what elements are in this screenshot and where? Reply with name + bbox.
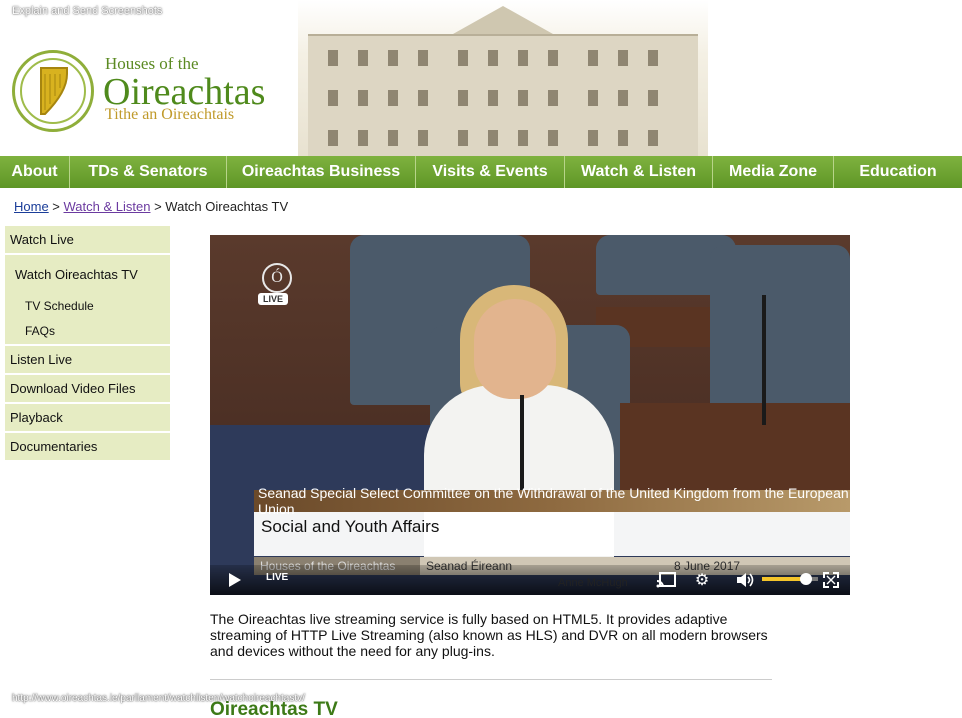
site-header: Houses of the Oireachtas Tithe an Oireac…: [0, 0, 962, 156]
player-controls: LIVE ⚙: [210, 565, 850, 595]
nav-item-media-zone[interactable]: Media Zone: [713, 156, 834, 188]
section-divider: [210, 679, 772, 680]
volume-button[interactable]: [736, 571, 754, 589]
volume-slider-handle[interactable]: [799, 573, 812, 585]
sidebar-item-watch-oireachtas-tv[interactable]: Watch Oireachtas TV: [5, 255, 170, 293]
cast-button[interactable]: [656, 571, 676, 589]
streaming-description: The Oireachtas live streaming service is…: [210, 611, 768, 659]
oireachtas-tv-logo-icon: Ó: [262, 263, 292, 293]
sidebar-group-watch-tv: Watch Oireachtas TV TV Schedule FAQs: [5, 255, 170, 346]
nav-item-visits-events[interactable]: Visits & Events: [416, 156, 565, 188]
sidebar-item-documentaries[interactable]: Documentaries: [5, 433, 170, 462]
nav-item-about[interactable]: About: [0, 156, 70, 188]
site-logo[interactable]: [12, 50, 94, 132]
page: Explain and Send Screenshots Houses of t…: [0, 0, 962, 718]
volume-icon: [737, 573, 754, 587]
fullscreen-icon: [823, 572, 839, 588]
status-url: http://www.oireachtas.ie/parliament/watc…: [12, 693, 305, 704]
play-button[interactable]: [226, 571, 244, 589]
nav-item-watch-listen[interactable]: Watch & Listen: [565, 156, 713, 188]
main-nav: About TDs & Senators Oireachtas Business…: [0, 156, 962, 188]
breadcrumb-current: Watch Oireachtas TV: [165, 199, 289, 214]
gear-icon: ⚙: [694, 572, 710, 589]
lower-third-caption: Seanad Special Select Committee on the W…: [254, 485, 850, 556]
video-player[interactable]: Ó LIVE Seanad Special Select Committee o…: [210, 235, 850, 595]
screenshot-caption: Explain and Send Screenshots: [12, 5, 163, 17]
sidebar: Watch Live Watch Oireachtas TV TV Schedu…: [5, 226, 170, 462]
nav-item-education[interactable]: Education: [834, 156, 962, 188]
play-icon: [229, 573, 241, 587]
settings-button[interactable]: ⚙: [692, 570, 712, 590]
sidebar-item-playback[interactable]: Playback: [5, 404, 170, 433]
breadcrumb-watch-listen-link[interactable]: Watch & Listen: [64, 199, 151, 214]
brand-line-3: Tithe an Oireachtais: [105, 106, 235, 123]
sidebar-item-watch-live[interactable]: Watch Live: [5, 226, 170, 255]
breadcrumb-home-link[interactable]: Home: [14, 199, 49, 214]
cast-icon: [656, 572, 676, 588]
volume-slider[interactable]: [762, 573, 818, 585]
caption-title: Seanad Special Select Committee on the W…: [254, 485, 850, 517]
sidebar-item-faqs[interactable]: FAQs: [5, 319, 170, 343]
caption-subtitle: Social and Youth Affairs: [254, 512, 850, 556]
fullscreen-button[interactable]: [822, 571, 840, 589]
breadcrumb: Home > Watch & Listen > Watch Oireachtas…: [14, 199, 289, 214]
speaker-name: Anne McHugh: [558, 577, 628, 589]
sidebar-item-download-video[interactable]: Download Video Files: [5, 375, 170, 404]
chair: [710, 245, 850, 425]
live-indicator[interactable]: LIVE: [266, 572, 288, 583]
sidebar-item-tv-schedule[interactable]: TV Schedule: [5, 293, 170, 319]
leinster-house-image: [298, 0, 708, 156]
nav-item-tds-senators[interactable]: TDs & Senators: [70, 156, 227, 188]
sidebar-item-listen-live[interactable]: Listen Live: [5, 346, 170, 375]
harp-icon: [40, 67, 68, 115]
nav-item-oireachtas-business[interactable]: Oireachtas Business: [227, 156, 416, 188]
live-badge: LIVE: [258, 293, 289, 305]
